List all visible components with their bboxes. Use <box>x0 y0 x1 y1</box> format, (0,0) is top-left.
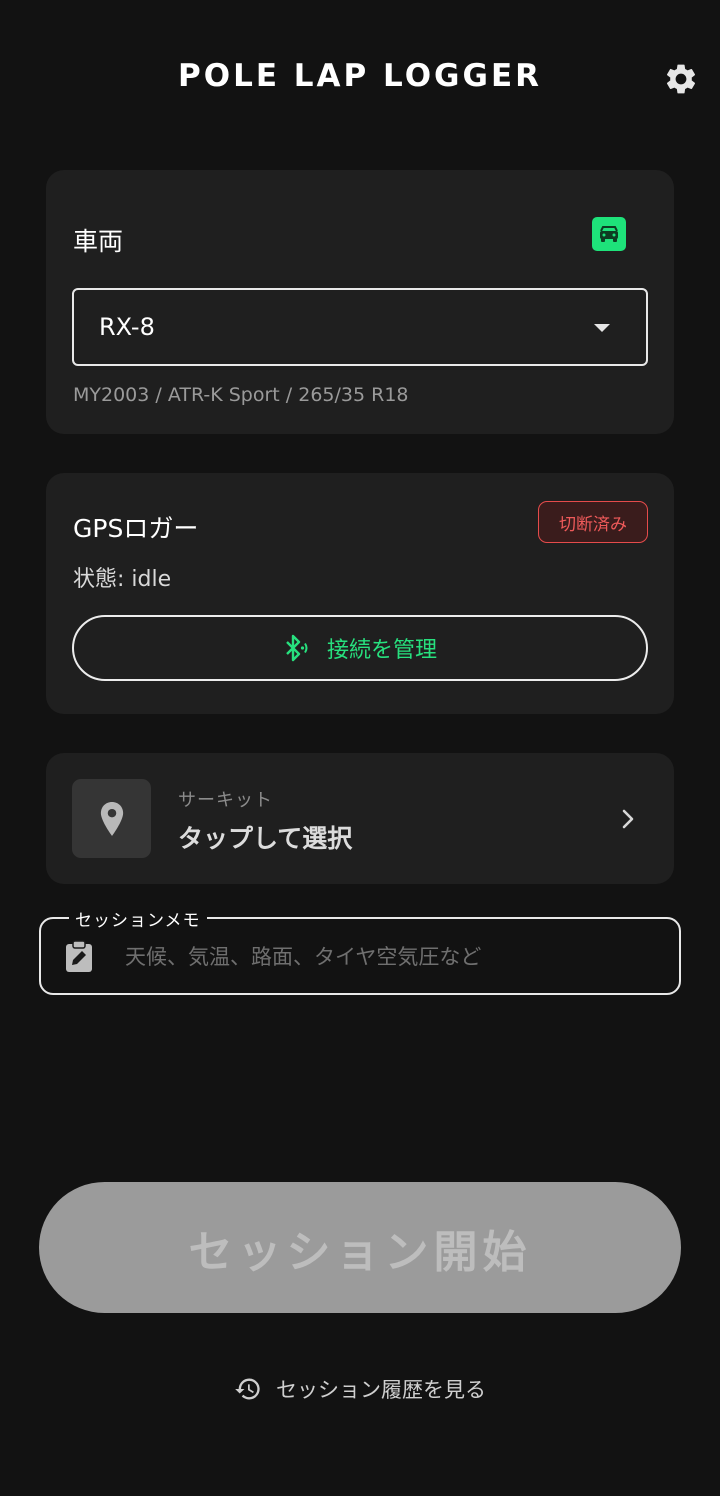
session-memo-field[interactable]: セッションメモ <box>39 906 681 995</box>
vehicle-select-value: RX-8 <box>99 313 155 341</box>
start-session-button[interactable]: セッション開始 <box>39 1182 681 1313</box>
start-session-label: セッション開始 <box>188 1226 532 1278</box>
vehicle-spec: MY2003 / ATR-K Sport / 265/35 R18 <box>73 384 409 406</box>
circuit-select-card[interactable]: サーキット タップして選択 <box>46 753 674 884</box>
location-pin-icon <box>100 801 123 836</box>
clipboard-edit-icon <box>66 940 92 972</box>
gear-icon <box>666 64 696 94</box>
manage-connection-label: 接続を管理 <box>326 638 437 663</box>
history-icon <box>235 1378 260 1400</box>
app-header: POLE LAP LOGGER <box>0 0 720 160</box>
bluetooth-searching-icon <box>286 634 308 662</box>
car-icon <box>592 217 626 251</box>
gps-status-text: 状態: idle <box>73 567 172 592</box>
circuit-value: タップして選択 <box>178 824 353 853</box>
settings-button[interactable] <box>660 58 702 100</box>
gps-logger-title: GPSロガー <box>73 514 199 543</box>
circuit-icon-box <box>72 779 151 858</box>
manage-connection-button[interactable]: 接続を管理 <box>72 615 648 681</box>
vehicle-label: 車両 <box>73 227 124 256</box>
vehicle-select[interactable]: RX-8 <box>72 288 648 366</box>
gps-logger-card: GPSロガー 切断済み 状態: idle 接続を管理 <box>46 473 674 714</box>
session-history-link[interactable]: セッション履歴を見る <box>0 1374 720 1404</box>
session-history-label: セッション履歴を見る <box>276 1378 486 1402</box>
dropdown-caret-icon <box>594 324 610 332</box>
session-memo-label: セッションメモ <box>69 906 207 931</box>
session-memo-input[interactable] <box>125 933 665 981</box>
vehicle-card: 車両 RX-8 MY2003 / ATR-K Sport / 265/35 R1… <box>46 170 674 434</box>
app-title: POLE LAP LOGGER <box>178 58 542 94</box>
circuit-caption: サーキット <box>178 790 273 811</box>
chevron-right-icon <box>622 809 634 829</box>
connection-status-badge: 切断済み <box>538 501 648 543</box>
